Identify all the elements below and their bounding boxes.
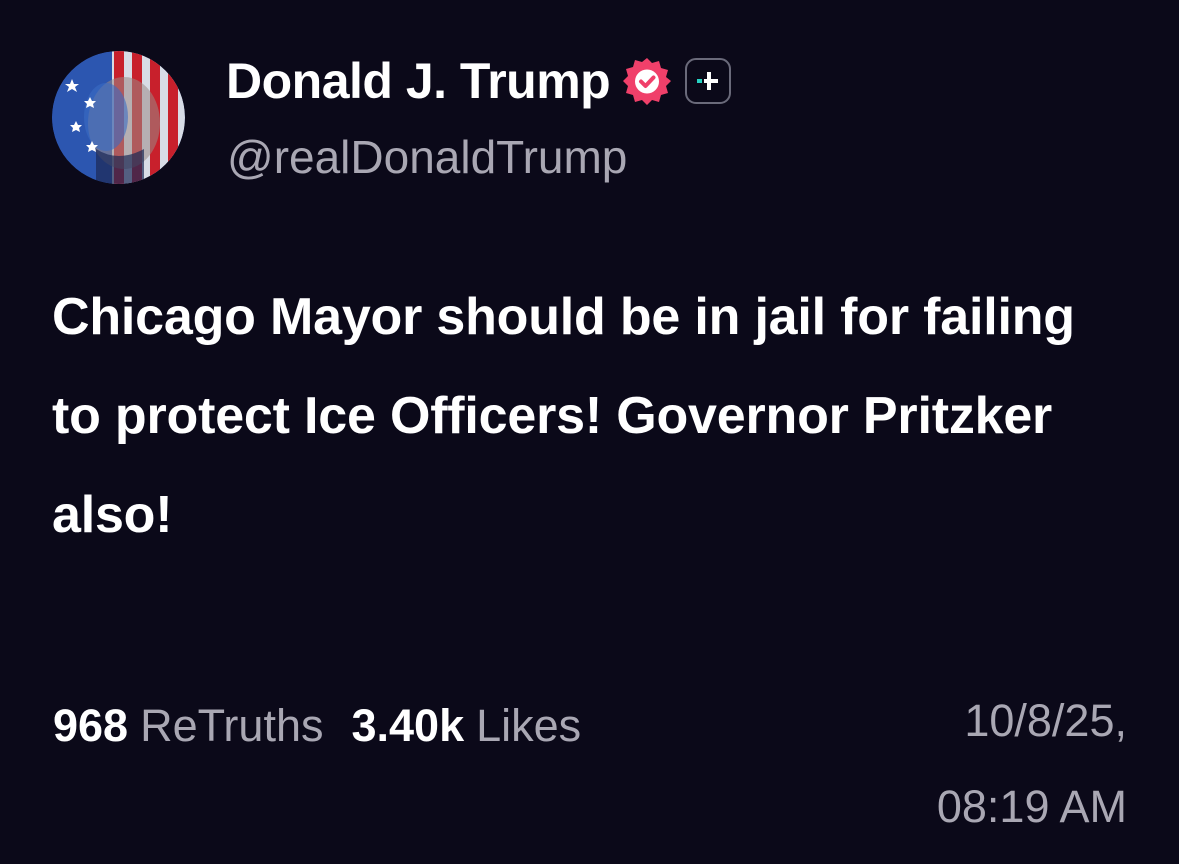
- avatar-flag-portrait-icon: [52, 51, 185, 184]
- follow-button[interactable]: [685, 58, 732, 104]
- post-timestamp: 10/8/25, 08:19 AM: [937, 678, 1127, 850]
- likes-label: Likes: [476, 700, 582, 751]
- author-display-name[interactable]: Donald J. Trump: [226, 52, 611, 110]
- post-stats: 968 ReTruths 3.40k Likes: [53, 700, 581, 752]
- author-name-row: Donald J. Trump: [226, 46, 732, 116]
- retruths-stat[interactable]: 968 ReTruths: [53, 700, 323, 752]
- post-card: Donald J. Trump @realDonaldTrump Chicago…: [0, 0, 1179, 864]
- retruths-label: ReTruths: [140, 700, 324, 751]
- author-handle[interactable]: @realDonaldTrump: [227, 130, 627, 184]
- likes-count: 3.40k: [351, 700, 465, 751]
- follow-plus-icon: [697, 72, 719, 90]
- verified-badge-icon: [622, 56, 672, 106]
- likes-stat[interactable]: 3.40k Likes: [351, 700, 581, 752]
- post-text: Chicago Mayor should be in jail for fail…: [52, 288, 1075, 544]
- post-date: 10/8/25,: [964, 695, 1127, 746]
- author-avatar[interactable]: [52, 51, 185, 184]
- post-time: 08:19 AM: [936, 781, 1127, 832]
- retruths-count: 968: [53, 700, 129, 751]
